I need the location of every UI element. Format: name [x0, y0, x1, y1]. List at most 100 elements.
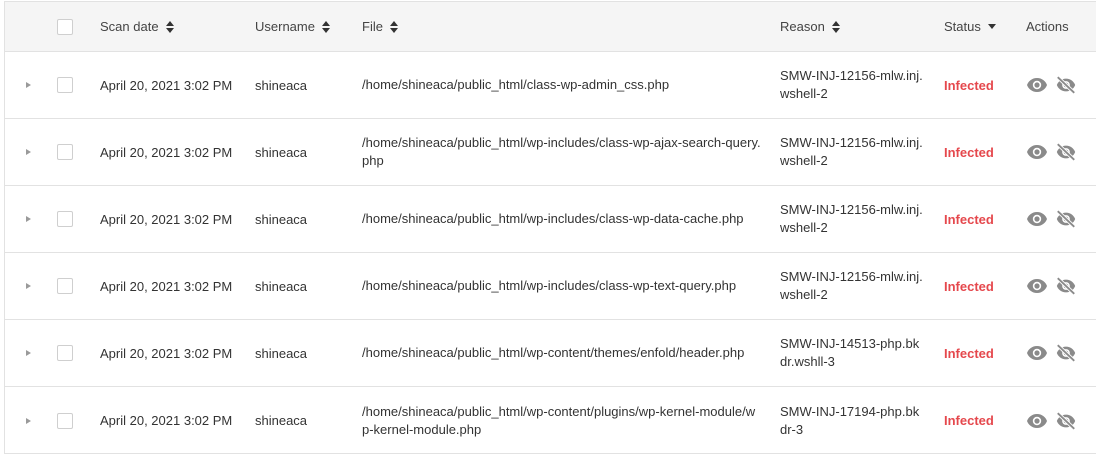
eye-slash-icon[interactable] [1055, 74, 1077, 96]
reason-value: SMW-INJ-12156-mlw.inj.wshell-2 [780, 202, 923, 235]
expand-cell [23, 52, 39, 118]
eye-slash-icon[interactable] [1055, 275, 1077, 297]
caret-right-icon[interactable] [26, 283, 31, 289]
table-row[interactable]: April 20, 2021 3:02 PM shineaca /home/sh… [5, 387, 1096, 454]
table-row[interactable]: April 20, 2021 3:02 PM shineaca /home/sh… [5, 119, 1096, 186]
file-path-value: /home/shineaca/public_html/wp-content/pl… [362, 403, 756, 437]
scan-date-cell: April 20, 2021 3:02 PM [100, 119, 250, 185]
caret-right-icon[interactable] [26, 350, 31, 356]
row-select-cell [57, 387, 75, 454]
select-all-checkbox[interactable] [57, 18, 73, 35]
eye-slash-icon[interactable] [1055, 208, 1077, 230]
status-badge: Infected [944, 211, 994, 227]
table-row[interactable]: April 20, 2021 3:02 PM shineaca /home/sh… [5, 253, 1096, 320]
caret-right-icon[interactable] [26, 216, 31, 222]
username-cell: shineaca [255, 320, 355, 386]
eye-icon[interactable] [1026, 342, 1048, 364]
row-select-cell [57, 186, 75, 252]
caret-right-icon[interactable] [26, 417, 31, 424]
expand-cell [23, 320, 39, 386]
row-checkbox[interactable] [57, 211, 73, 227]
file-cell: /home/shineaca/public_html/wp-includes/c… [362, 119, 762, 185]
status-cell: Infected [944, 186, 1014, 252]
reason-value: SMW-INJ-12156-mlw.inj.wshell-2 [780, 135, 923, 168]
caret-right-icon[interactable] [26, 149, 31, 155]
file-cell: /home/shineaca/public_html/wp-content/pl… [362, 387, 762, 454]
reason-cell: SMW-INJ-17194-php.bkdr-3 [780, 387, 925, 454]
status-cell: Infected [944, 119, 1014, 185]
username-cell: shineaca [255, 119, 355, 185]
scan-date-value: April 20, 2021 3:02 PM [100, 77, 233, 93]
row-select-cell [57, 119, 75, 185]
reason-value: SMW-INJ-12156-mlw.inj.wshell-2 [780, 68, 923, 101]
reason-cell: SMW-INJ-12156-mlw.inj.wshell-2 [780, 119, 925, 185]
actions-cell [1026, 186, 1096, 252]
column-header-username[interactable]: Username [255, 2, 355, 51]
file-path-value: /home/shineaca/public_html/wp-includes/c… [362, 211, 744, 226]
scan-date-cell: April 20, 2021 3:02 PM [100, 52, 250, 118]
status-badge: Infected [944, 77, 994, 93]
status-badge: Infected [944, 144, 994, 160]
scan-date-value: April 20, 2021 3:02 PM [100, 278, 233, 294]
reason-header-label: Reason [780, 19, 825, 34]
row-select-cell [57, 320, 75, 386]
username-value: shineaca [255, 144, 308, 160]
status-cell: Infected [944, 253, 1014, 319]
row-checkbox[interactable] [57, 144, 73, 160]
row-checkbox[interactable] [57, 77, 73, 93]
eye-icon[interactable] [1026, 74, 1048, 96]
actions-header-label: Actions [1026, 19, 1069, 34]
status-header-label: Status [944, 19, 981, 34]
reason-value: SMW-INJ-17194-php.bkdr-3 [780, 403, 920, 437]
row-checkbox[interactable] [57, 345, 73, 361]
row-select-cell [57, 52, 75, 118]
eye-icon[interactable] [1026, 410, 1048, 432]
status-cell: Infected [944, 387, 1014, 454]
scan-date-value: April 20, 2021 3:02 PM [100, 345, 233, 361]
eye-slash-icon[interactable] [1055, 141, 1077, 163]
scan-date-cell: April 20, 2021 3:02 PM [100, 387, 250, 454]
row-checkbox[interactable] [57, 412, 73, 429]
scan-date-cell: April 20, 2021 3:02 PM [100, 253, 250, 319]
sort-down-icon [987, 24, 996, 29]
scan-date-cell: April 20, 2021 3:02 PM [100, 320, 250, 386]
table-row[interactable]: April 20, 2021 3:02 PM shineaca /home/sh… [5, 186, 1096, 253]
eye-slash-icon[interactable] [1055, 410, 1077, 432]
column-header-file[interactable]: File [362, 2, 762, 51]
sort-updown-icon [165, 20, 174, 33]
eye-icon[interactable] [1026, 275, 1048, 297]
eye-icon[interactable] [1026, 208, 1048, 230]
file-path-value: /home/shineaca/public_html/wp-includes/c… [362, 135, 761, 168]
eye-slash-icon[interactable] [1055, 342, 1077, 364]
expand-cell [23, 186, 39, 252]
caret-right-icon[interactable] [26, 82, 31, 88]
sort-updown-icon [389, 20, 398, 33]
column-header-scan-date[interactable]: Scan date [100, 2, 250, 51]
file-path-value: /home/shineaca/public_html/class-wp-admi… [362, 77, 670, 92]
column-header-reason[interactable]: Reason [780, 2, 925, 51]
table-header: Scan date Username File Reason Status Ac… [5, 2, 1096, 52]
row-checkbox[interactable] [57, 278, 73, 294]
status-badge: Infected [944, 413, 994, 428]
actions-cell [1026, 387, 1096, 454]
eye-icon[interactable] [1026, 141, 1048, 163]
reason-value: SMW-INJ-12156-mlw.inj.wshell-2 [780, 269, 923, 302]
table-row[interactable]: April 20, 2021 3:02 PM shineaca /home/sh… [5, 52, 1096, 119]
column-header-status[interactable]: Status [944, 2, 1014, 51]
status-cell: Infected [944, 320, 1014, 386]
username-cell: shineaca [255, 387, 355, 454]
expand-cell [23, 387, 39, 454]
actions-cell [1026, 119, 1096, 185]
table-row[interactable]: April 20, 2021 3:02 PM shineaca /home/sh… [5, 320, 1096, 387]
username-cell: shineaca [255, 52, 355, 118]
actions-cell [1026, 320, 1096, 386]
reason-cell: SMW-INJ-14513-php.bkdr.wshll-3 [780, 320, 925, 386]
file-path-value: /home/shineaca/public_html/wp-content/th… [362, 345, 745, 360]
scan-results-table: Scan date Username File Reason Status Ac… [4, 1, 1096, 454]
reason-cell: SMW-INJ-12156-mlw.inj.wshell-2 [780, 253, 925, 319]
scan-date-header-label: Scan date [100, 19, 159, 34]
file-cell: /home/shineaca/public_html/wp-includes/c… [362, 253, 762, 319]
username-value: shineaca [255, 345, 308, 361]
scan-date-cell: April 20, 2021 3:02 PM [100, 186, 250, 252]
status-cell: Infected [944, 52, 1014, 118]
